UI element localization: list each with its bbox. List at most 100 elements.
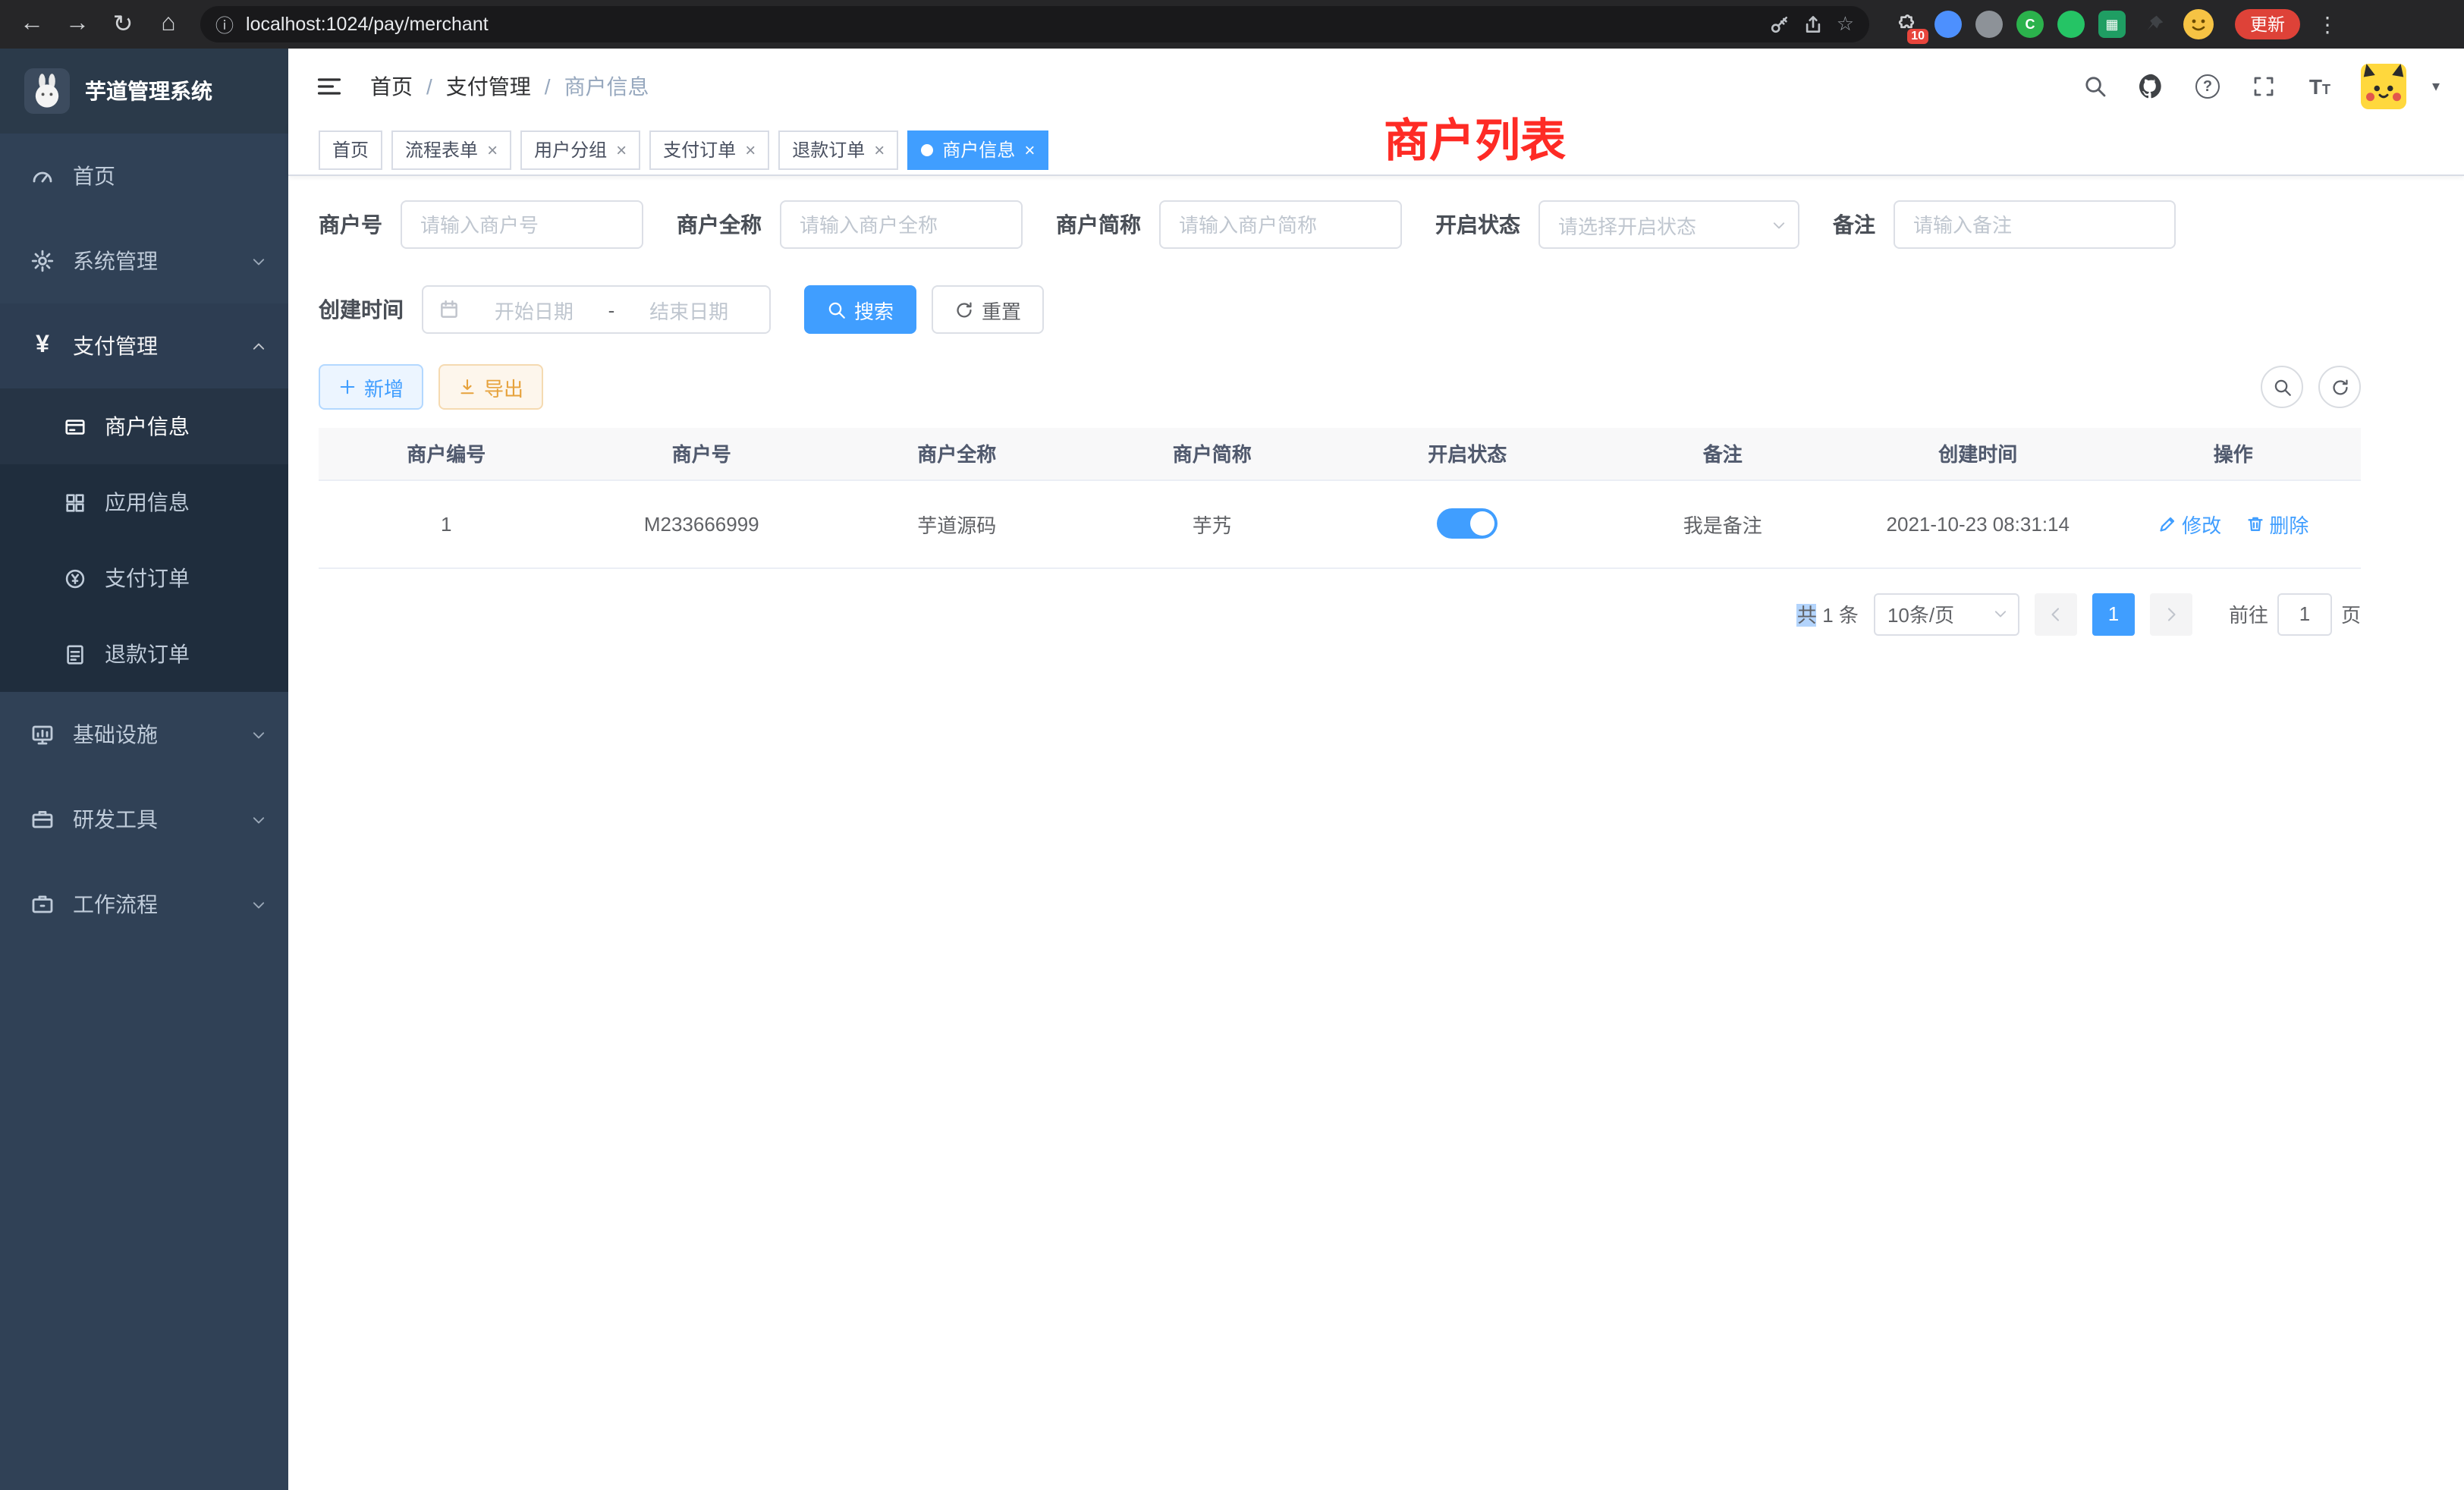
field-label: 商户简称	[1056, 209, 1141, 240]
fullscreen-button[interactable]	[2249, 71, 2279, 102]
sidebar-toggle-button[interactable]	[313, 70, 346, 103]
address-bar[interactable]: ⓘ localhost:1024/pay/merchant ☆	[200, 6, 1869, 42]
filter-row-1: 商户号 商户全称 商户简称 开启状态 请选择开启状态	[319, 200, 2361, 249]
tab-home[interactable]: 首页	[319, 130, 382, 169]
sidebar-item-merchant-info[interactable]: 商户信息	[0, 388, 288, 464]
help-button[interactable]: ?	[2192, 71, 2223, 102]
tab-close-icon[interactable]: ×	[745, 140, 756, 159]
user-avatar[interactable]	[2361, 64, 2406, 109]
extension-icon-gray[interactable]	[1975, 11, 2003, 38]
user-menu-caret-icon[interactable]: ▾	[2432, 78, 2440, 95]
toggle-knob	[1470, 511, 1494, 536]
prev-page-button[interactable]	[2035, 593, 2077, 635]
field-label: 创建时间	[319, 294, 404, 325]
page-number-1[interactable]: 1	[2092, 593, 2135, 635]
field-label: 商户号	[319, 209, 382, 240]
start-date-placeholder: 开始日期	[469, 295, 599, 324]
github-icon	[2138, 73, 2165, 100]
add-button-label: 新增	[364, 372, 404, 401]
sidebar-item-infrastructure[interactable]: 基础设施	[0, 692, 288, 777]
extensions-button[interactable]: 10	[1890, 9, 1921, 39]
extension-icon-sheets[interactable]: ▦	[2098, 11, 2126, 38]
dashboard-icon	[30, 164, 55, 188]
edit-link[interactable]: 修改	[2158, 509, 2221, 538]
page-unit-label: 页	[2341, 599, 2361, 628]
col-short-name: 商户简称	[1085, 428, 1340, 479]
delete-link[interactable]: 删除	[2245, 509, 2308, 538]
tab-close-icon[interactable]: ×	[616, 140, 627, 159]
sidebar-item-home[interactable]: 首页	[0, 134, 288, 218]
sidebar-item-app-info[interactable]: 应用信息	[0, 464, 288, 540]
breadcrumb-home[interactable]: 首页	[370, 71, 413, 102]
browser-menu-icon[interactable]: ⋮	[2315, 11, 2340, 37]
header-search-button[interactable]	[2080, 71, 2110, 102]
pin-extension-button[interactable]	[2139, 9, 2170, 39]
add-button[interactable]: 新增	[319, 364, 423, 410]
home-button[interactable]: ⌂	[149, 5, 188, 44]
main-area: 首页 / 支付管理 / 商户信息 ?	[288, 49, 2464, 1490]
browser-profile-avatar[interactable]	[2183, 9, 2214, 39]
app-logo[interactable]: 芋道管理系统	[0, 49, 288, 134]
chevron-down-icon	[1771, 216, 1787, 233]
goto-page-input[interactable]	[2277, 593, 2332, 635]
next-page-button[interactable]	[2150, 593, 2192, 635]
filter-full-name: 商户全称	[677, 200, 1023, 249]
font-size-button[interactable]: TT	[2305, 71, 2335, 102]
question-icon: ?	[2195, 74, 2220, 99]
share-icon[interactable]	[1803, 14, 1824, 35]
browser-toolbar: ← → ↻ ⌂ ⓘ localhost:1024/pay/merchant ☆ …	[0, 0, 2464, 49]
tab-refund-order[interactable]: 退款订单 ×	[778, 130, 898, 169]
merchant-no-input[interactable]	[401, 200, 643, 249]
short-name-input[interactable]	[1159, 200, 1402, 249]
sidebar-item-system[interactable]: 系统管理	[0, 218, 288, 303]
col-status: 开启状态	[1340, 428, 1595, 479]
col-merchant-no: 商户号	[574, 428, 830, 479]
reset-button[interactable]: 重置	[932, 285, 1044, 334]
tab-close-icon[interactable]: ×	[1024, 140, 1035, 159]
bookmark-star-icon[interactable]: ☆	[1837, 12, 1854, 36]
sidebar-item-workflow[interactable]: 工作流程	[0, 862, 288, 947]
extension-icon-green[interactable]	[2057, 11, 2085, 38]
github-button[interactable]	[2136, 71, 2167, 102]
breadcrumb-separator: /	[545, 74, 551, 99]
sidebar-item-refund-order[interactable]: 退款订单	[0, 616, 288, 692]
key-icon[interactable]	[1770, 14, 1791, 35]
logo-rabbit-icon	[24, 68, 70, 114]
status-toggle[interactable]	[1437, 508, 1498, 539]
breadcrumb-payment[interactable]: 支付管理	[446, 71, 531, 102]
col-actions: 操作	[2106, 428, 2362, 479]
active-tab-dot	[921, 143, 933, 156]
toggle-search-button[interactable]	[2261, 366, 2303, 408]
tab-label: 商户信息	[942, 137, 1015, 162]
extension-icon-blue[interactable]	[1934, 11, 1962, 38]
extension-icon-green-c[interactable]: C	[2016, 11, 2044, 38]
tab-merchant-info[interactable]: 商户信息 ×	[907, 130, 1048, 169]
reload-button[interactable]: ↻	[103, 5, 143, 44]
sidebar-item-devtools[interactable]: 研发工具	[0, 777, 288, 862]
browser-update-button[interactable]: 更新	[2235, 9, 2300, 39]
refresh-table-button[interactable]	[2318, 366, 2361, 408]
status-select[interactable]: 请选择开启状态	[1538, 200, 1799, 249]
cell-short-name: 芋艿	[1085, 479, 1340, 567]
fullscreen-icon	[2252, 74, 2276, 99]
tab-close-icon[interactable]: ×	[487, 140, 498, 159]
date-separator: -	[608, 298, 615, 321]
sidebar-item-pay-order[interactable]: 支付订单	[0, 540, 288, 616]
calendar-icon	[438, 299, 460, 320]
tab-pay-order[interactable]: 支付订单 ×	[649, 130, 769, 169]
tab-close-icon[interactable]: ×	[874, 140, 885, 159]
remark-input[interactable]	[1894, 200, 2176, 249]
export-button[interactable]: 导出	[438, 364, 543, 410]
page-size-select[interactable]: 10条/页	[1874, 593, 2019, 635]
create-time-range-picker[interactable]: 开始日期 - 结束日期	[422, 285, 771, 334]
search-button[interactable]: 搜索	[804, 285, 916, 334]
full-name-input[interactable]	[780, 200, 1023, 249]
site-info-icon[interactable]: ⓘ	[215, 11, 234, 37]
tab-process-form[interactable]: 流程表单 ×	[391, 130, 511, 169]
refresh-icon	[2330, 377, 2349, 397]
gear-icon	[30, 249, 55, 273]
sidebar-item-payment[interactable]: ¥ 支付管理	[0, 303, 288, 388]
tab-user-group[interactable]: 用户分组 ×	[520, 130, 640, 169]
forward-button[interactable]: →	[58, 5, 97, 44]
back-button[interactable]: ←	[12, 5, 52, 44]
